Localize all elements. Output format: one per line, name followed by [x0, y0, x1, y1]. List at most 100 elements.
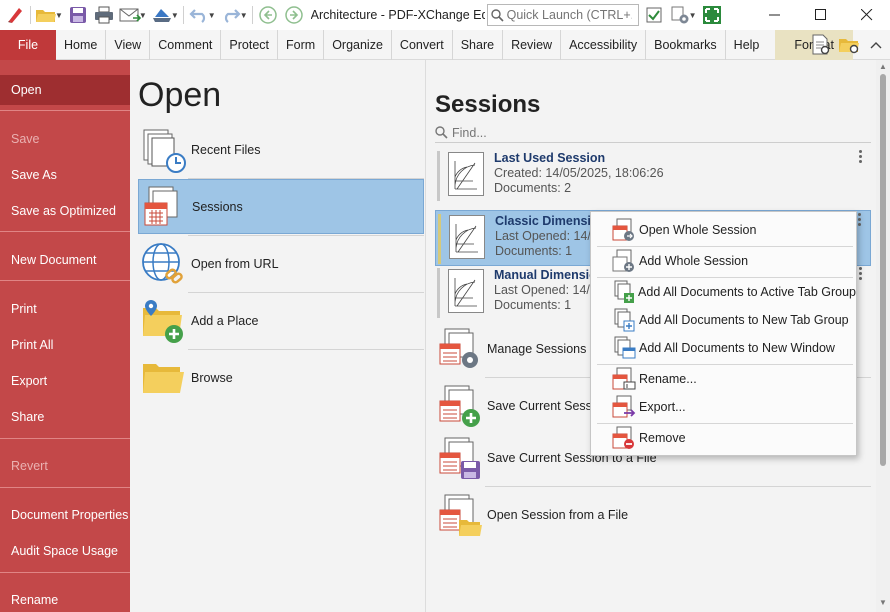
tab-file[interactable]: File: [0, 29, 56, 60]
back-arrow-icon[interactable]: [255, 2, 281, 28]
session-documents: Documents: 2: [494, 181, 572, 195]
open-session-from-file-button[interactable]: Open Session from a File: [435, 487, 871, 542]
session-item[interactable]: Last Used Session Created: 14/05/2025, 1…: [435, 148, 871, 204]
menu-item-rename[interactable]: Rename...: [591, 366, 856, 392]
open-session-file-icon: [435, 490, 485, 540]
sessions-search[interactable]: [435, 123, 871, 143]
session-name: Last Used Session: [494, 151, 606, 165]
title-bar: ▼ ▼ ▼ ▼ ▼ Architecture - PDF-XChange Ed.…: [0, 0, 890, 30]
open-item-sessions[interactable]: Sessions: [138, 179, 424, 234]
window-title: Architecture - PDF-XChange Ed..: [310, 8, 485, 22]
session-name: Manual Dimension: [494, 268, 605, 282]
save-session-file-icon: [435, 433, 485, 483]
open-item-label: Add a Place: [191, 313, 259, 328]
tab-form[interactable]: Form: [278, 29, 325, 60]
menu-item-label: Rename...: [639, 372, 697, 386]
tab-home[interactable]: Home: [56, 29, 107, 60]
tab-share[interactable]: Share: [453, 29, 504, 60]
scrollbar[interactable]: ▲ ▼: [876, 60, 890, 612]
open-item-recent-files[interactable]: Recent Files: [138, 122, 424, 177]
session-thumbnail-icon: [449, 215, 485, 259]
minimize-button[interactable]: [752, 0, 798, 30]
tab-group-add-icon: [611, 280, 636, 304]
backstage-menu: Open Save Save As Save as Optimized New Docu…: [0, 60, 130, 612]
maximize-button[interactable]: [798, 0, 844, 30]
menu-item-add-to-new-window[interactable]: Add All Documents to New Window: [591, 335, 856, 361]
session-bar: [438, 214, 441, 264]
menu-save-as[interactable]: Save As: [0, 160, 130, 190]
menu-item-remove[interactable]: Remove: [591, 425, 856, 451]
recent-files-icon: [138, 125, 188, 175]
menu-item-label: Add Whole Session: [639, 254, 749, 268]
open-item-label: Browse: [191, 370, 233, 385]
session-thumbnail-icon: [448, 269, 484, 313]
chevron-down-icon[interactable]: ▼: [240, 11, 248, 20]
collapse-ribbon-icon[interactable]: [866, 30, 886, 60]
scroll-down-icon[interactable]: ▼: [879, 598, 887, 607]
menu-open[interactable]: Open: [0, 75, 130, 105]
tab-convert[interactable]: Convert: [392, 29, 453, 60]
chevron-down-icon[interactable]: ▼: [689, 11, 697, 20]
menu-save: Save: [11, 132, 40, 146]
fullscreen-icon[interactable]: [699, 2, 725, 28]
rename-icon: [611, 367, 637, 391]
menu-new-document[interactable]: New Document: [0, 245, 130, 275]
tab-review[interactable]: Review: [503, 29, 562, 60]
tab-view[interactable]: View: [106, 29, 151, 60]
menu-rename[interactable]: Rename: [0, 585, 130, 612]
document-search-icon[interactable]: [808, 30, 834, 60]
chevron-down-icon[interactable]: ▼: [55, 11, 63, 20]
menu-item-label: Export...: [639, 400, 686, 414]
menu-item-label: Add All Documents to Active Tab Group: [638, 285, 856, 299]
chevron-down-icon[interactable]: ▼: [171, 11, 179, 20]
sessions-search-input[interactable]: [452, 125, 852, 140]
scroll-up-icon[interactable]: ▲: [879, 62, 887, 71]
close-button[interactable]: [844, 0, 890, 30]
menu-save-as-optimized[interactable]: Save as Optimized: [0, 196, 130, 226]
menu-item-open-whole-session[interactable]: Open Whole Session: [591, 217, 856, 243]
save-disk-icon[interactable]: [65, 2, 91, 28]
action-label: Manage Sessions: [487, 341, 587, 356]
menu-item-add-to-new-tab-group[interactable]: Add All Documents to New Tab Group: [591, 307, 856, 333]
search-icon: [490, 8, 504, 22]
menu-print[interactable]: Print: [0, 294, 130, 324]
folder-search-icon[interactable]: [836, 30, 862, 60]
tab-bookmarks[interactable]: Bookmarks: [646, 29, 726, 60]
chevron-down-icon[interactable]: ▼: [139, 11, 147, 20]
export-icon: [611, 395, 637, 419]
quick-launch-input[interactable]: [506, 8, 632, 22]
menu-audit-space-usage[interactable]: Audit Space Usage: [0, 536, 130, 566]
print-icon[interactable]: [91, 2, 117, 28]
quick-launch-box[interactable]: [486, 4, 639, 26]
open-item-browse[interactable]: Browse: [138, 350, 424, 405]
checkbox-icon[interactable]: [641, 2, 667, 28]
forward-arrow-icon[interactable]: [281, 2, 307, 28]
chevron-down-icon[interactable]: ▼: [208, 11, 216, 20]
session-documents: Documents: 1: [494, 298, 572, 312]
session-last-opened: Last Opened: 14/05: [494, 283, 604, 297]
menu-export[interactable]: Export: [0, 366, 130, 396]
save-session-icon: [435, 381, 485, 431]
tab-organize[interactable]: Organize: [324, 29, 392, 60]
menu-item-export[interactable]: Export...: [591, 394, 856, 420]
manage-sessions-icon: [435, 324, 485, 374]
menu-item-add-whole-session[interactable]: Add Whole Session: [591, 248, 856, 274]
menu-share[interactable]: Share: [0, 402, 130, 432]
separator: [182, 6, 184, 24]
tab-comment[interactable]: Comment: [150, 29, 222, 60]
tab-protect[interactable]: Protect: [221, 29, 279, 60]
open-panel: Open Recent Files Sessions Open from URL…: [130, 60, 426, 612]
tab-accessibility[interactable]: Accessibility: [561, 29, 647, 60]
open-item-add-a-place[interactable]: Add a Place: [138, 293, 424, 348]
separator: [597, 423, 853, 424]
menu-item-label: Add All Documents to New Tab Group: [639, 313, 849, 327]
open-item-open-from-url[interactable]: Open from URL: [138, 236, 424, 291]
menu-item-add-to-active-tab-group[interactable]: Add All Documents to Active Tab Group: [591, 279, 856, 305]
scroll-thumb[interactable]: [880, 74, 886, 466]
menu-document-properties[interactable]: Document Properties: [0, 500, 130, 530]
menu-print-all[interactable]: Print All: [0, 330, 130, 360]
tab-help[interactable]: Help: [726, 30, 768, 60]
session-created: Created: 14/05/2025, 18:06:26: [494, 166, 664, 180]
add-place-folder-icon: [138, 296, 188, 346]
more-options-icon[interactable]: [855, 148, 865, 164]
